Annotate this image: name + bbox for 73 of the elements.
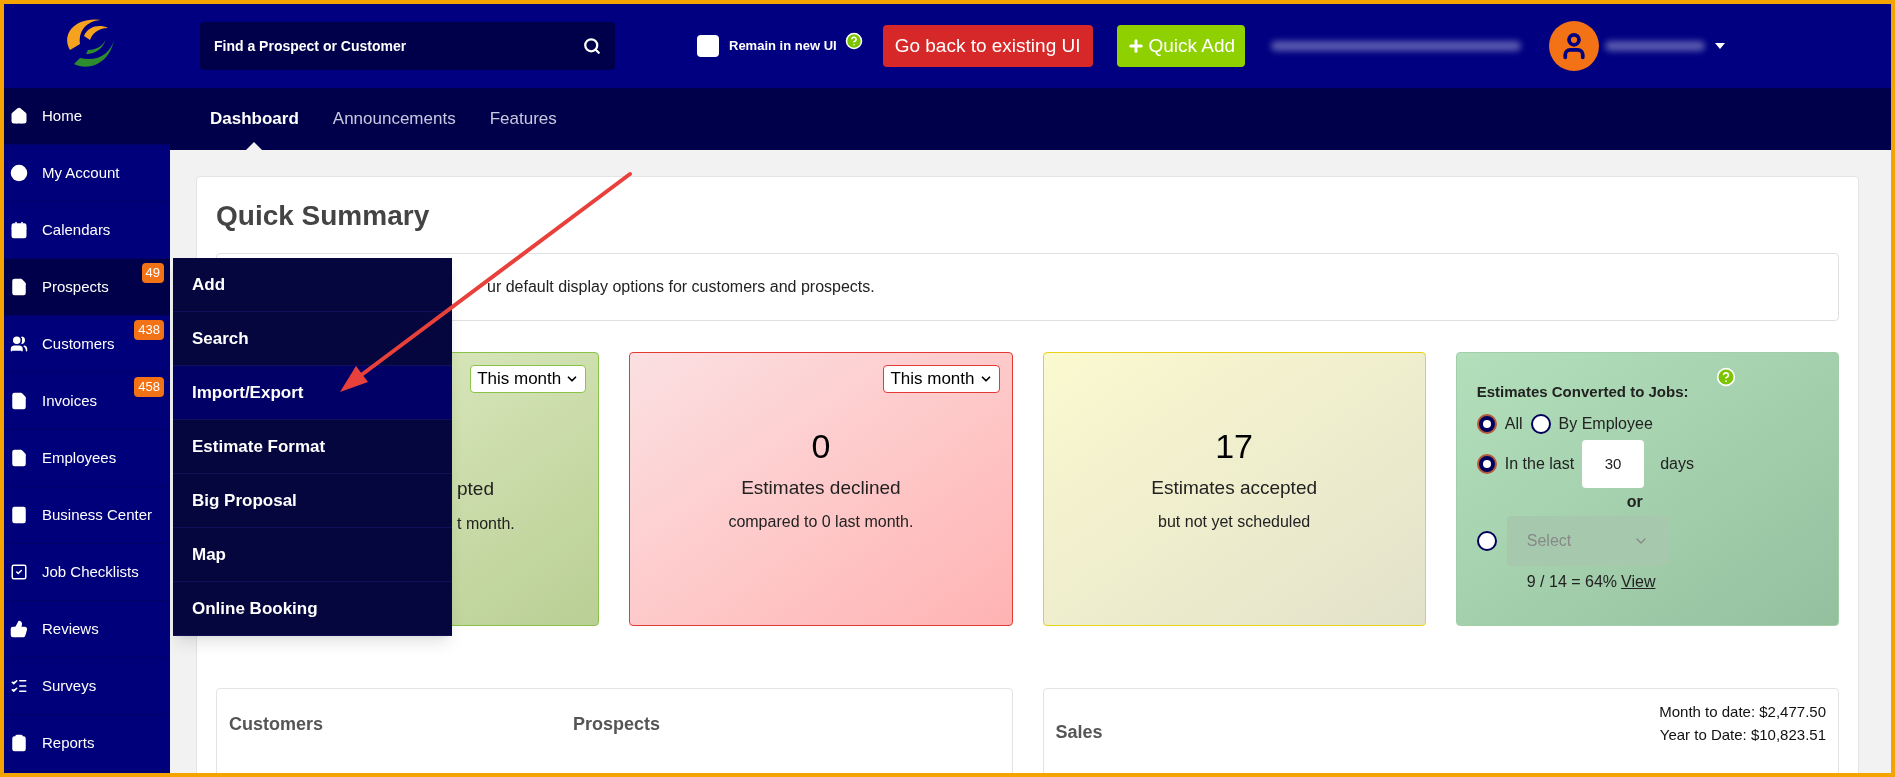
count-badge: 438 (134, 320, 164, 340)
sales-year: Year to Date: $10,823.51 (1659, 724, 1826, 745)
remain-checkbox[interactable] (697, 35, 719, 57)
stat-subtext: t month. (457, 513, 515, 534)
menu-item[interactable]: Add (173, 258, 452, 312)
sidebar-item[interactable]: Invoices 458 (4, 373, 170, 430)
document-icon (10, 392, 28, 410)
tab[interactable]: Features (473, 88, 573, 150)
search-icon[interactable] (583, 37, 601, 55)
stat-heading: Estimates declined (741, 475, 901, 500)
menu-item[interactable]: Import/Export (173, 366, 452, 420)
tab[interactable]: Dashboard (194, 88, 315, 150)
period-select[interactable]: This month (883, 365, 1000, 393)
conversion-ratio: 9 / 14 = 64% (1526, 571, 1618, 592)
help-icon[interactable] (844, 32, 863, 50)
back-button[interactable]: Go back to existing UI (882, 25, 1093, 67)
sidebar-item[interactable]: My Account (4, 145, 170, 202)
people-icon (10, 335, 28, 353)
count-badge: 458 (134, 377, 164, 397)
card-heading: Sales (1055, 721, 1103, 744)
checklist-icon (10, 677, 28, 695)
avatar[interactable] (1549, 21, 1600, 71)
plus-icon (1126, 37, 1145, 55)
radio-label: All (1504, 413, 1523, 434)
menu-item[interactable]: Big Proposal (173, 474, 452, 528)
card-title: Estimates Converted to Jobs: (1476, 382, 1690, 402)
radio-label: In the last (1504, 453, 1575, 474)
stat-number: 17 (1215, 426, 1254, 467)
sidebar-item[interactable]: Calendars (4, 202, 170, 259)
search-field[interactable]: Find a Prospect or Customer (200, 22, 615, 70)
stat-subtext: compared to 0 last month. (728, 512, 914, 532)
card-heading: Customers (229, 713, 325, 736)
menu-item[interactable]: Search (173, 312, 452, 366)
view-link[interactable]: View (1621, 569, 1656, 594)
radio-label: By Employee (1558, 413, 1653, 434)
caret-icon[interactable] (1715, 43, 1726, 49)
sidebar-item[interactable]: Reports (4, 715, 170, 772)
menu-item[interactable]: Online Booking (173, 582, 452, 636)
sidebar-item[interactable]: Surveys (4, 658, 170, 715)
stat-number: 0 (811, 426, 831, 467)
sidebar-item[interactable]: Home (4, 88, 170, 145)
document-icon (10, 449, 28, 467)
days-label: days (1660, 453, 1694, 474)
sidebar-item[interactable]: Business Center (4, 487, 170, 544)
or-label: or (1626, 491, 1643, 512)
remain-label: Remain in new UI (729, 37, 837, 56)
calendar-icon (10, 221, 28, 239)
thumbs-up-icon (10, 620, 28, 638)
tab[interactable]: Announcements (316, 88, 472, 150)
period-select[interactable]: This month (470, 365, 587, 393)
sidebar-item[interactable]: Job Checklists (4, 544, 170, 601)
sidebar-item[interactable]: Employees (4, 430, 170, 487)
card-heading: Prospects (573, 713, 661, 736)
sidebar-item[interactable]: Prospects 49 (4, 259, 170, 316)
sales-month: Month to date: $2,477.50 (1659, 702, 1826, 722)
sidebar-item[interactable]: Customers 438 (4, 316, 170, 373)
radio-button[interactable] (1476, 413, 1497, 434)
stat-heading: Estimates accepted (1151, 475, 1318, 500)
count-badge: 49 (141, 263, 164, 283)
sidebar-item[interactable]: Reviews (4, 601, 170, 658)
radio-button[interactable] (1476, 453, 1497, 474)
radio-button[interactable] (1476, 530, 1497, 551)
document-icon (10, 278, 28, 296)
menu-item[interactable]: Map (173, 528, 452, 582)
stat-heading: pted (457, 477, 494, 501)
stat-subtext: but not yet scheduled (1158, 512, 1311, 532)
days-field[interactable]: 30 (1582, 439, 1645, 488)
panel-title: Quick Summary (216, 199, 431, 233)
checkbox-icon (10, 563, 28, 581)
notice-text: ur default display options for customers and prospects. (487, 277, 875, 297)
menu-item[interactable]: Estimate Format (173, 420, 452, 474)
home-icon (10, 107, 28, 125)
radio-button[interactable] (1530, 413, 1551, 434)
